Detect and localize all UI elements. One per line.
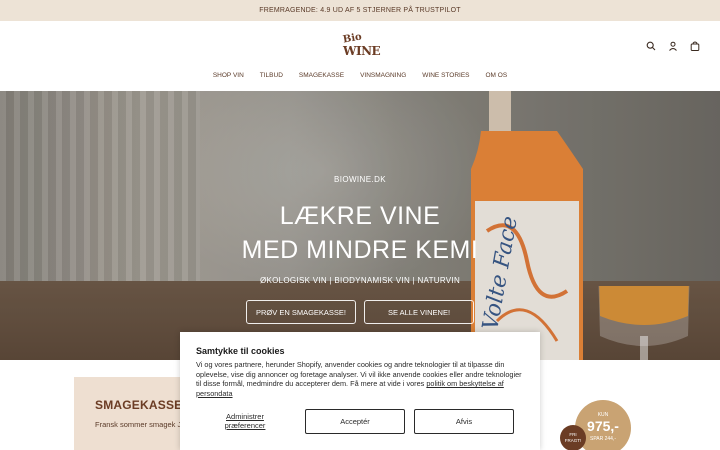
nav-om-os[interactable]: OM OS [478, 72, 516, 79]
main-nav: SHOP VIN TILBUD SMAGEKASSE VINSMAGNING W… [0, 72, 720, 79]
reject-cookies-button[interactable]: Afvis [414, 409, 514, 434]
shipping-badge-line1: FRI [569, 432, 577, 437]
free-shipping-badge: FRI FRAGT! [560, 425, 586, 450]
hero-title-line1: LÆKRE VINE [279, 202, 441, 230]
hero-subtitle: ØKOLOGISK VIN | BIODYNAMISK VIN | NATURV… [259, 276, 461, 285]
nav-vinsmagning[interactable]: VINSMAGNING [352, 72, 414, 79]
hero-title-line2: MED MINDRE KEMI [241, 236, 479, 264]
cookie-body: Vi og vores partnere, herunder Shopify, … [196, 360, 526, 398]
accept-cookies-button[interactable]: Acceptér [305, 409, 405, 434]
see-all-wines-button[interactable]: SE ALLE VINENE! [364, 300, 474, 324]
logo-line2: WINE [343, 44, 381, 58]
biowine-logo[interactable]: Bio WINE [340, 31, 381, 61]
shipping-badge-line2: FRAGT! [564, 438, 582, 443]
manage-preferences-button[interactable]: Administrer præferencer [196, 409, 294, 434]
manage-line2: præferencer [224, 420, 266, 430]
nav-shop-vin[interactable]: SHOP VIN [205, 72, 252, 79]
announcement-bar: FREMRAGENDE: 4.9 UD AF 5 STJERNER PÅ TRU… [0, 0, 720, 21]
promo-title: SMAGEKASSE [95, 398, 183, 412]
hero-banner: Volte Face BIOWINE.DK LÆKRE VINE MED MIN… [0, 91, 720, 360]
search-icon[interactable] [646, 41, 656, 51]
hero-kicker: BIOWINE.DK [333, 175, 386, 184]
header-icons [646, 41, 700, 51]
cookie-title: Samtykke til cookies [196, 346, 285, 356]
hero-title: LÆKRE VINE MED MINDRE KEMI [0, 199, 720, 267]
bag-icon[interactable] [690, 41, 700, 51]
account-icon[interactable] [668, 41, 678, 51]
announcement-text: FREMRAGENDE: 4.9 UD AF 5 STJERNER PÅ TRU… [259, 7, 461, 14]
site-header: Bio WINE SHOP VIN TILBUD SMAGEKASSE VINS… [0, 21, 720, 91]
try-tasting-box-button[interactable]: PRØV EN SMAGEKASSE! [246, 300, 356, 324]
nav-wine-stories[interactable]: WINE STORIES [414, 72, 477, 79]
cookie-consent-dialog: Samtykke til cookies Vi og vores partner… [180, 332, 540, 450]
nav-smagekasse[interactable]: SMAGEKASSE [291, 72, 352, 79]
nav-tilbud[interactable]: TILBUD [252, 72, 291, 79]
